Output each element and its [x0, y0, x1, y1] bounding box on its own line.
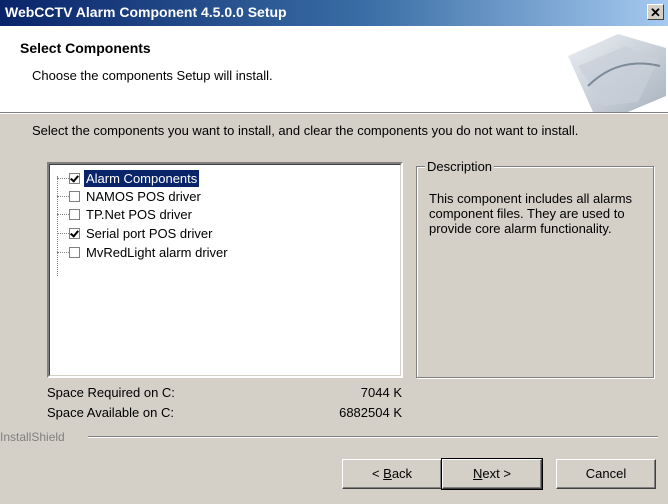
back-button[interactable]: < Back: [342, 459, 442, 489]
divider-line: [88, 436, 658, 438]
checkbox-tpnet-pos[interactable]: [69, 209, 80, 220]
back-button-accesskey: B: [383, 466, 392, 481]
component-label[interactable]: MvRedLight alarm driver: [84, 244, 230, 261]
instruction-text: Select the components you want to instal…: [32, 123, 579, 138]
next-button-suffix: ext >: [482, 466, 511, 481]
tree-branch: [57, 178, 69, 179]
close-button[interactable]: ✕: [647, 4, 664, 20]
space-available-value: 6882504 K: [339, 405, 402, 420]
setup-window: WebCCTV Alarm Component 4.5.0.0 Setup ✕ …: [0, 0, 668, 504]
tree-connector-line: [57, 176, 58, 276]
component-label[interactable]: Alarm Components: [84, 170, 200, 187]
components-tree[interactable]: Alarm Components NAMOS POS driver TP.Net…: [47, 162, 403, 378]
space-required-label: Space Required on C:: [47, 385, 175, 400]
tree-branch: [57, 196, 69, 197]
description-group: Description This component includes all …: [416, 159, 654, 378]
tree-branch: [57, 214, 69, 215]
brand-divider: InstallShield: [0, 430, 668, 444]
cancel-button[interactable]: Cancel: [556, 459, 656, 489]
component-label[interactable]: NAMOS POS driver: [84, 188, 203, 205]
space-available-label: Space Available on C:: [47, 405, 174, 420]
checkbox-alarm-components[interactable]: [69, 173, 80, 184]
setup-graphic-icon: [568, 34, 666, 112]
space-required-value: 7044 K: [360, 385, 402, 400]
checkbox-mvredlight[interactable]: [69, 247, 80, 258]
page-subtitle: Choose the components Setup will install…: [32, 68, 273, 83]
header-panel: Select Components Choose the components …: [0, 26, 668, 114]
back-button-suffix: ack: [391, 466, 413, 481]
installshield-brand: InstallShield: [0, 430, 69, 444]
page-title: Select Components: [20, 40, 151, 56]
title-bar[interactable]: WebCCTV Alarm Component 4.5.0.0 Setup ✕: [0, 0, 668, 26]
checkbox-serial-port-pos[interactable]: [69, 228, 80, 239]
next-button-accesskey: N: [473, 466, 483, 481]
component-label[interactable]: Serial port POS driver: [84, 225, 214, 242]
window-title: WebCCTV Alarm Component 4.5.0.0 Setup: [5, 4, 287, 20]
component-label[interactable]: TP.Net POS driver: [84, 206, 194, 223]
back-button-prefix: <: [371, 466, 384, 481]
tree-branch: [57, 252, 69, 253]
next-button[interactable]: Next >: [441, 458, 543, 490]
description-legend: Description: [425, 159, 495, 174]
description-text: This component includes all alarms compo…: [429, 191, 633, 236]
checkbox-namos-pos[interactable]: [69, 191, 80, 202]
tree-branch: [57, 233, 69, 234]
